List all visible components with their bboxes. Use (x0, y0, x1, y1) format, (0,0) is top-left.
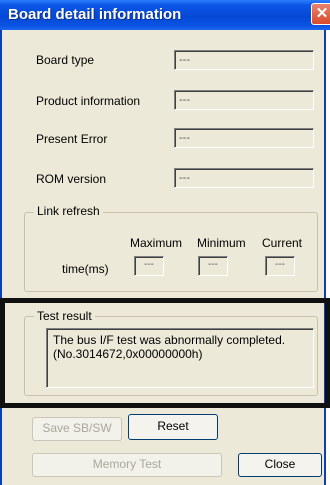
present-error-field: --- (174, 128, 314, 148)
test-result-title: Test result (34, 309, 95, 323)
board-type-field: --- (174, 50, 314, 70)
title-bar[interactable]: Board detail information ✕ (0, 0, 330, 30)
close-button[interactable]: Close (238, 453, 322, 477)
current-column-label: Current (262, 236, 303, 250)
link-refresh-group (24, 212, 318, 292)
link-refresh-title: Link refresh (34, 204, 103, 218)
time-ms-label: time(ms) (62, 262, 109, 276)
rom-version-field: --- (174, 168, 314, 188)
maximum-column-label: Maximum (130, 236, 183, 250)
test-result-message: The bus I/F test was abnormally complete… (46, 328, 314, 388)
current-time-field: --- (265, 256, 295, 276)
product-information-field: --- (174, 90, 314, 110)
minimum-column-label: Minimum (197, 236, 246, 250)
save-sb-sw-button[interactable]: Save SB/SW (32, 417, 122, 441)
memory-test-button[interactable]: Memory Test (32, 453, 222, 477)
present-error-label: Present Error (36, 132, 108, 146)
reset-button[interactable]: Reset (128, 414, 218, 440)
maximum-time-field: --- (134, 256, 164, 276)
close-icon[interactable]: ✕ (311, 3, 330, 25)
board-type-label: Board type (36, 53, 95, 67)
rom-version-label: ROM version (36, 172, 107, 186)
product-information-label: Product information (36, 94, 141, 108)
minimum-time-field: --- (198, 256, 228, 276)
window-title: Board detail information (8, 6, 182, 23)
